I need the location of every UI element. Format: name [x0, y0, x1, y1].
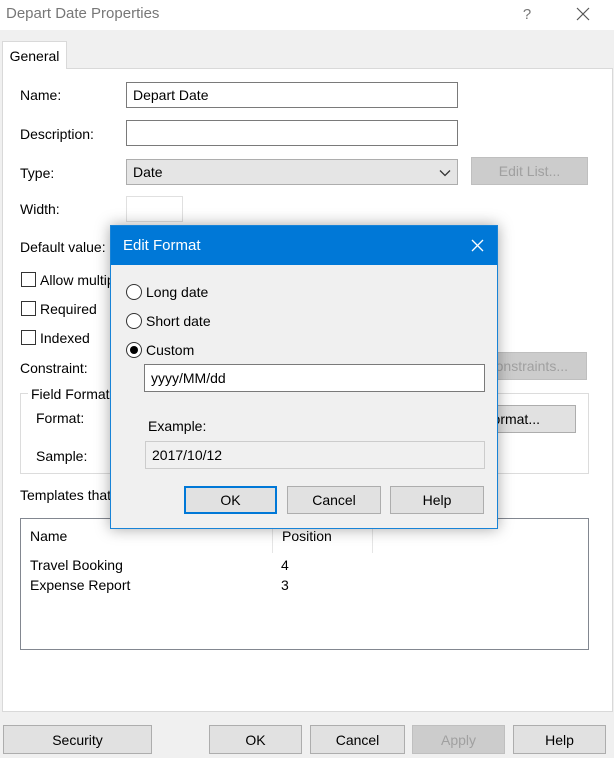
custom-format-input[interactable]: yyyy/MM/dd [144, 364, 485, 392]
row-position: 4 [281, 557, 289, 573]
table-row[interactable]: Travel Booking 4 [21, 555, 588, 575]
example-label: Example: [148, 418, 207, 434]
edit-format-title-bar: Edit Format [111, 226, 497, 265]
name-label: Name: [20, 87, 62, 103]
sample-label: Sample: [36, 448, 88, 464]
edit-format-cancel-button[interactable]: Cancel [287, 486, 381, 514]
help-icon: ? [522, 5, 532, 23]
cancel-button[interactable]: Cancel [310, 725, 405, 754]
title-bar: Depart Date Properties ? [0, 0, 614, 30]
security-button[interactable]: Security [3, 725, 152, 754]
constraint-label: Constraint: [20, 360, 88, 376]
allow-multiple-label: Allow multipl [40, 272, 118, 288]
field-format-title: Field Format [28, 386, 113, 402]
help-footer-button[interactable]: Help [513, 725, 606, 754]
example-value: 2017/10/12 [145, 441, 485, 469]
short-date-label: Short date [146, 313, 211, 329]
edit-format-close-button[interactable] [465, 234, 489, 256]
required-checkbox[interactable] [21, 301, 36, 316]
allow-multiple-checkbox[interactable] [21, 272, 36, 287]
templates-list[interactable]: Name Position Travel Booking 4 Expense R… [20, 518, 589, 650]
name-input[interactable]: Depart Date [126, 82, 458, 108]
indexed-checkbox[interactable] [21, 330, 36, 345]
width-label: Width: [20, 201, 60, 217]
window-title: Depart Date Properties [6, 5, 160, 22]
ok-button[interactable]: OK [209, 725, 302, 754]
close-icon [471, 239, 483, 251]
long-date-radio[interactable] [126, 284, 142, 300]
short-date-radio[interactable] [126, 313, 142, 329]
row-name: Expense Report [30, 577, 131, 593]
description-label: Description: [20, 126, 94, 142]
indexed-label: Indexed [40, 330, 90, 346]
format-label: Format: [36, 410, 85, 426]
edit-format-title: Edit Format [123, 237, 201, 254]
type-select-value: Date [133, 164, 163, 180]
type-select[interactable]: Date [126, 159, 458, 185]
row-name: Travel Booking [30, 557, 123, 573]
edit-format-dialog: Edit Format Long date Short date Custom … [110, 225, 498, 529]
templates-label: Templates that [20, 487, 112, 503]
custom-label: Custom [146, 342, 195, 358]
tab-general[interactable]: General [2, 41, 67, 69]
edit-format-help-button[interactable]: Help [390, 486, 484, 514]
required-label: Required [40, 301, 97, 317]
type-label: Type: [20, 165, 55, 181]
close-icon [576, 7, 590, 21]
tab-general-label: General [9, 47, 60, 64]
apply-button[interactable]: Apply [412, 725, 505, 754]
close-button[interactable] [568, 2, 598, 26]
edit-list-button[interactable]: Edit List... [471, 157, 588, 185]
default-value-label: Default value: [20, 239, 106, 255]
table-row[interactable]: Expense Report 3 [21, 575, 588, 595]
long-date-label: Long date [146, 284, 209, 300]
edit-format-ok-button[interactable]: OK [184, 486, 277, 514]
row-position: 3 [281, 577, 289, 593]
width-input[interactable] [126, 196, 183, 222]
custom-radio[interactable] [126, 342, 142, 358]
chevron-down-icon [439, 170, 451, 177]
description-input[interactable] [126, 120, 458, 146]
help-button[interactable]: ? [512, 2, 542, 26]
